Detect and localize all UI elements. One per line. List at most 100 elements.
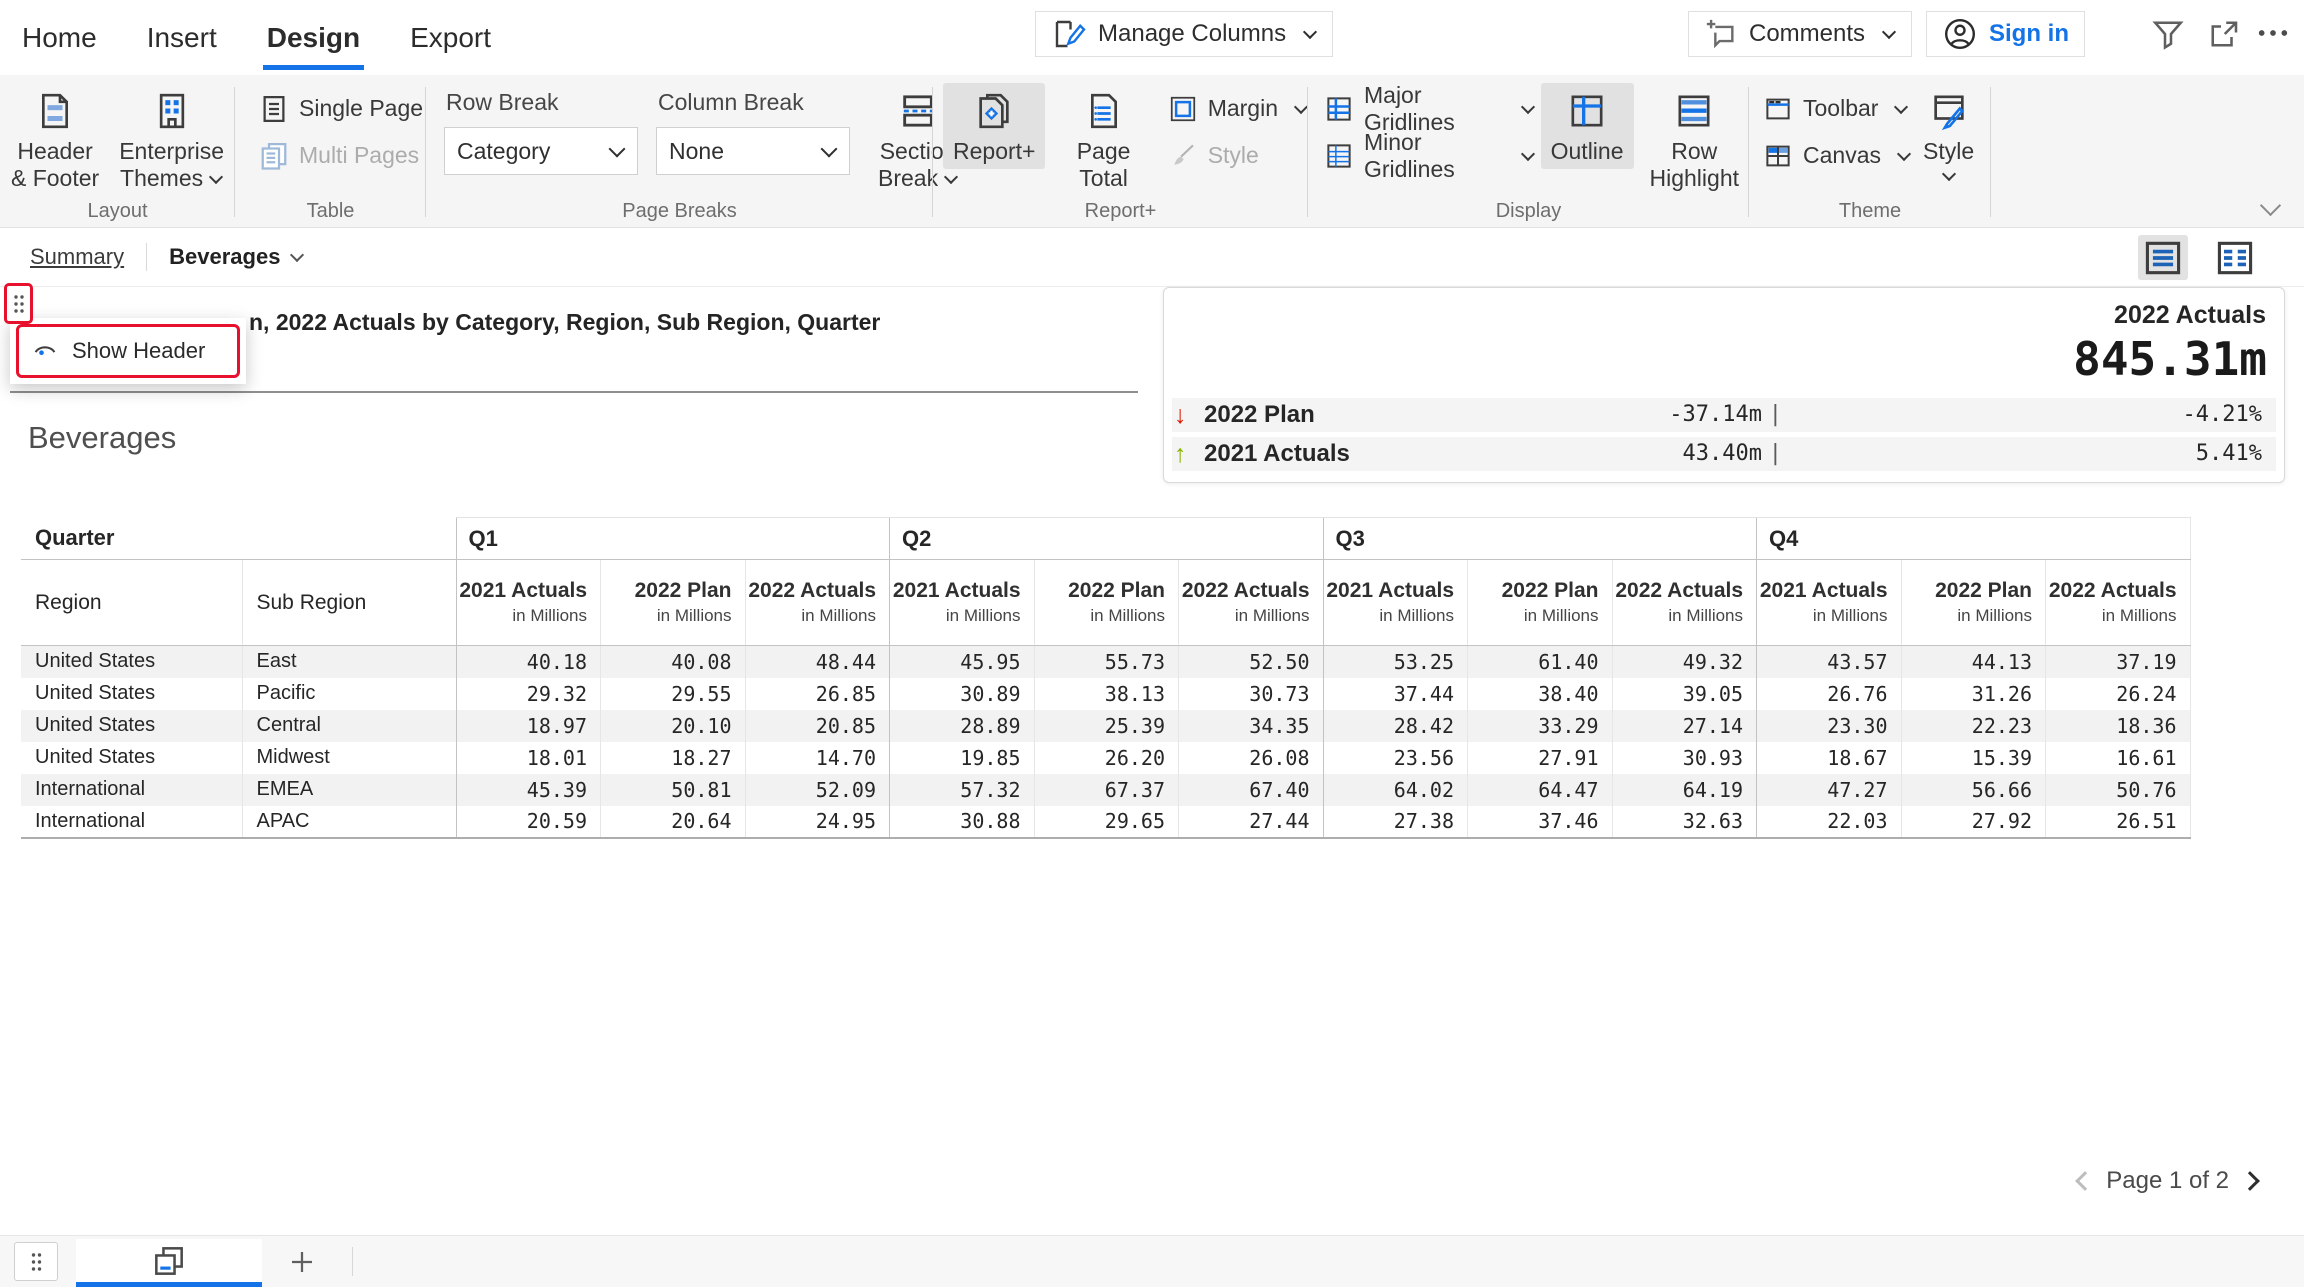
major-gridlines-icon xyxy=(1324,94,1354,124)
chevron-down-icon xyxy=(821,140,838,157)
kpi-percent-value: 5.41% xyxy=(2196,437,2262,471)
single-column-view-toggle[interactable] xyxy=(2138,235,2188,280)
page-indicator: Page 1 of 2 xyxy=(2106,1167,2229,1195)
summary-link[interactable]: Summary xyxy=(30,244,124,270)
next-page-icon[interactable] xyxy=(2240,1171,2260,1191)
value-cell: 22.03 xyxy=(1757,806,1902,838)
sub-region-cell: Pacific xyxy=(242,678,456,710)
theme-style-button[interactable]: Style xyxy=(1913,83,1984,183)
enterprise-label2: Themes xyxy=(120,165,223,192)
value-cell: 61.40 xyxy=(1468,646,1613,678)
measure-header: 2022 Planin Millions xyxy=(1468,560,1613,646)
canvas-icon xyxy=(1763,141,1793,171)
show-header-menu-item[interactable]: Show Header xyxy=(16,324,240,378)
single-page-button[interactable]: Single Page xyxy=(259,85,423,132)
value-cell: 27.44 xyxy=(1179,806,1324,838)
chevron-down-icon xyxy=(1303,25,1317,39)
add-page-button[interactable] xyxy=(285,1245,319,1279)
report-plus-button[interactable]: Report+ xyxy=(943,83,1045,169)
toolbar-button[interactable]: Toolbar xyxy=(1763,85,1911,132)
value-cell: 37.46 xyxy=(1468,806,1613,838)
enterprise-themes-button[interactable]: Enterprise Themes xyxy=(109,83,234,196)
value-cell: 27.14 xyxy=(1612,710,1757,742)
region-header: Region xyxy=(21,560,242,646)
column-break-dropdown[interactable]: None xyxy=(656,127,850,175)
main-nav: Home Insert Design Export xyxy=(22,0,491,75)
sign-in-button[interactable]: Sign in xyxy=(1926,11,2085,57)
filter-icon[interactable] xyxy=(2150,16,2186,52)
measure-header: 2021 Actualsin Millions xyxy=(1323,560,1468,646)
previous-page-icon[interactable] xyxy=(2075,1171,2095,1191)
chevron-down-icon xyxy=(1294,99,1308,113)
expand-icon[interactable] xyxy=(2206,16,2242,52)
value-cell: 40.08 xyxy=(601,646,746,678)
multi-pages-label: Multi Pages xyxy=(299,142,419,169)
tab-divider xyxy=(146,243,147,271)
pages-drag-handle[interactable] xyxy=(14,1242,58,1281)
value-cell: 56.66 xyxy=(1901,774,2046,806)
column-break-control: Column Break None xyxy=(656,83,850,175)
more-options-icon[interactable] xyxy=(2256,16,2290,50)
multi-pages-button[interactable]: Multi Pages xyxy=(259,132,423,179)
two-column-view-toggle[interactable] xyxy=(2210,235,2260,280)
ribbon: Header & Footer Enterprise Themes Layout xyxy=(0,75,2304,228)
measure-header: 2021 Actualsin Millions xyxy=(1757,560,1902,646)
style-button[interactable]: Style xyxy=(1168,132,1308,179)
nav-tab-insert[interactable]: Insert xyxy=(147,0,217,75)
plus-icon xyxy=(287,1247,317,1277)
value-cell: 23.56 xyxy=(1323,742,1468,774)
manage-columns-button[interactable]: Manage Columns xyxy=(1035,11,1333,57)
canvas-button[interactable]: Canvas xyxy=(1763,132,1911,179)
header-footer-button[interactable]: Header & Footer xyxy=(1,83,109,196)
split-view-icon xyxy=(2213,236,2257,280)
manage-columns-label: Manage Columns xyxy=(1098,20,1286,48)
chevron-down-icon xyxy=(1894,99,1908,113)
minor-gridlines-button[interactable]: Minor Gridlines xyxy=(1324,132,1535,179)
active-page-tab[interactable] xyxy=(76,1239,262,1287)
row-break-dropdown[interactable]: Category xyxy=(444,127,638,175)
header-footer-label2: & Footer xyxy=(11,165,99,192)
kpi-comparison-row: ↑2021 Actuals43.40m|5.41% xyxy=(1172,437,2276,471)
top-bar: Home Insert Design Export Manage Columns xyxy=(0,0,2304,75)
ribbon-collapse-icon[interactable] xyxy=(2260,195,2281,216)
enterprise-label: Enterprise xyxy=(119,138,224,165)
value-cell: 44.13 xyxy=(1901,646,2046,678)
row-highlight-label: Row xyxy=(1671,138,1717,165)
page-total-label: Page Total xyxy=(1063,138,1143,192)
major-gridlines-button[interactable]: Major Gridlines xyxy=(1324,85,1535,132)
row-break-value: Category xyxy=(457,138,550,165)
arrow-up-icon: ↑ xyxy=(1174,437,1187,471)
quarter-header-q2: Q2 xyxy=(890,518,1324,560)
value-cell: 26.20 xyxy=(1034,742,1179,774)
row-highlight-button[interactable]: Row Highlight xyxy=(1640,83,1750,196)
outline-label: Outline xyxy=(1551,138,1624,165)
value-cell: 64.02 xyxy=(1323,774,1468,806)
nav-tab-export[interactable]: Export xyxy=(410,0,491,75)
sub-region-cell: East xyxy=(242,646,456,678)
value-cell: 34.35 xyxy=(1179,710,1324,742)
nav-tab-home[interactable]: Home xyxy=(22,0,97,75)
value-cell: 40.18 xyxy=(456,646,601,678)
outline-button[interactable]: Outline xyxy=(1541,83,1634,169)
drag-handle-annotation[interactable] xyxy=(4,283,33,324)
kpi-comparison-rows: ↓2022 Plan-37.14m|-4.21%↑2021 Actuals43.… xyxy=(1172,398,2276,471)
comments-button[interactable]: Comments xyxy=(1688,11,1912,57)
margin-button[interactable]: Margin xyxy=(1168,85,1308,132)
value-cell: 37.19 xyxy=(2046,646,2191,678)
sub-region-cell: APAC xyxy=(242,806,456,838)
row-break-control: Row Break Category xyxy=(444,83,638,175)
measure-header: 2022 Planin Millions xyxy=(1034,560,1179,646)
chevron-down-icon xyxy=(1521,99,1535,113)
measure-header: 2022 Planin Millions xyxy=(601,560,746,646)
value-cell: 64.47 xyxy=(1468,774,1613,806)
column-break-label: Column Break xyxy=(658,89,850,116)
section-title: Beverages xyxy=(28,420,176,456)
value-cell: 19.85 xyxy=(890,742,1035,774)
active-sheet-tab[interactable]: Beverages xyxy=(169,244,304,270)
nav-tab-design[interactable]: Design xyxy=(267,0,360,75)
kpi-value: 845.31m xyxy=(2073,332,2267,386)
value-cell: 45.39 xyxy=(456,774,601,806)
row-break-label: Row Break xyxy=(446,89,638,116)
page-total-button[interactable]: Page Total xyxy=(1053,83,1153,196)
style-label: Style xyxy=(1208,142,1259,169)
